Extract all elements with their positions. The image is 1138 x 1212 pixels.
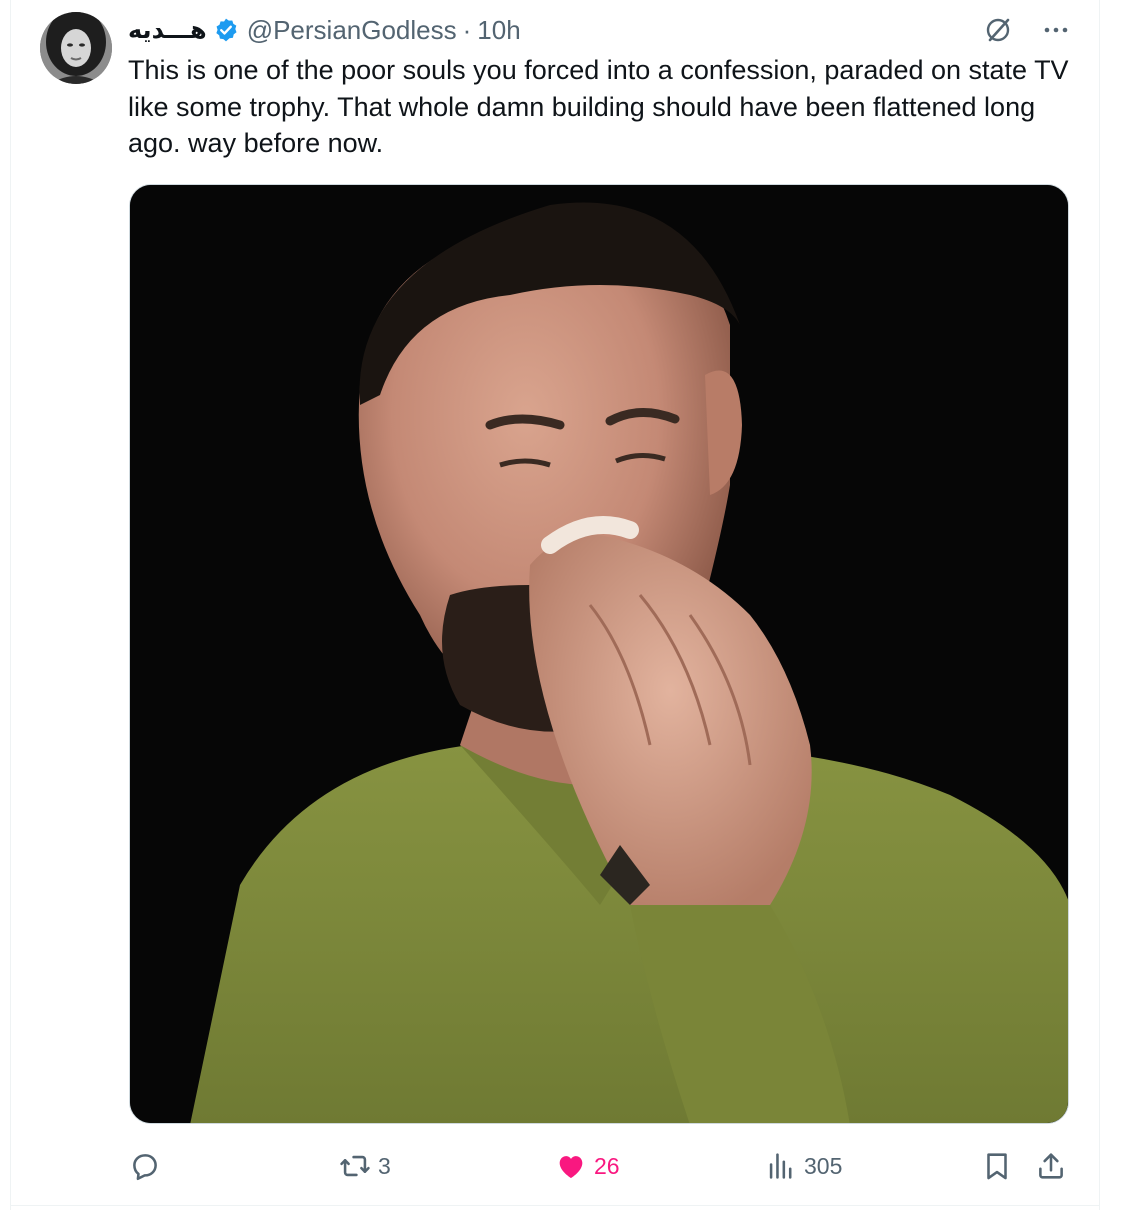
bookmark-icon — [980, 1149, 1014, 1183]
share-button[interactable] — [1034, 1146, 1068, 1186]
avatar[interactable] — [40, 12, 112, 84]
like-button[interactable]: 26 — [554, 1146, 620, 1186]
tweet-action-bar: 3 26 305 — [128, 1146, 1072, 1186]
repost-count: 3 — [378, 1152, 391, 1179]
divider — [10, 1205, 1100, 1206]
analytics-icon — [764, 1149, 798, 1183]
like-count: 26 — [594, 1152, 620, 1179]
view-count: 305 — [804, 1152, 843, 1179]
timestamp[interactable]: 10h — [477, 15, 520, 46]
tweet-text: This is one of the poor souls you forced… — [128, 55, 1069, 158]
user-handle[interactable]: @PersianGodless — [247, 15, 457, 46]
tweet-media-video[interactable] — [129, 184, 1069, 1124]
bookmark-button[interactable] — [980, 1146, 1014, 1186]
grok-icon[interactable] — [982, 14, 1014, 46]
more-icon[interactable] — [1040, 14, 1072, 46]
display-name[interactable]: هـــديه — [128, 16, 207, 44]
tweet-top-actions — [982, 14, 1072, 46]
reply-button[interactable] — [128, 1146, 168, 1186]
dot-separator: · — [462, 14, 472, 45]
repost-button[interactable]: 3 — [338, 1146, 391, 1186]
tweet-header: هـــديه @PersianGodless · 10h — [128, 12, 521, 48]
verified-badge-icon — [213, 17, 239, 43]
heart-icon — [554, 1149, 588, 1183]
repost-icon — [338, 1149, 372, 1183]
reply-icon — [128, 1149, 162, 1183]
share-icon — [1034, 1149, 1068, 1183]
views-button[interactable]: 305 — [764, 1146, 842, 1186]
